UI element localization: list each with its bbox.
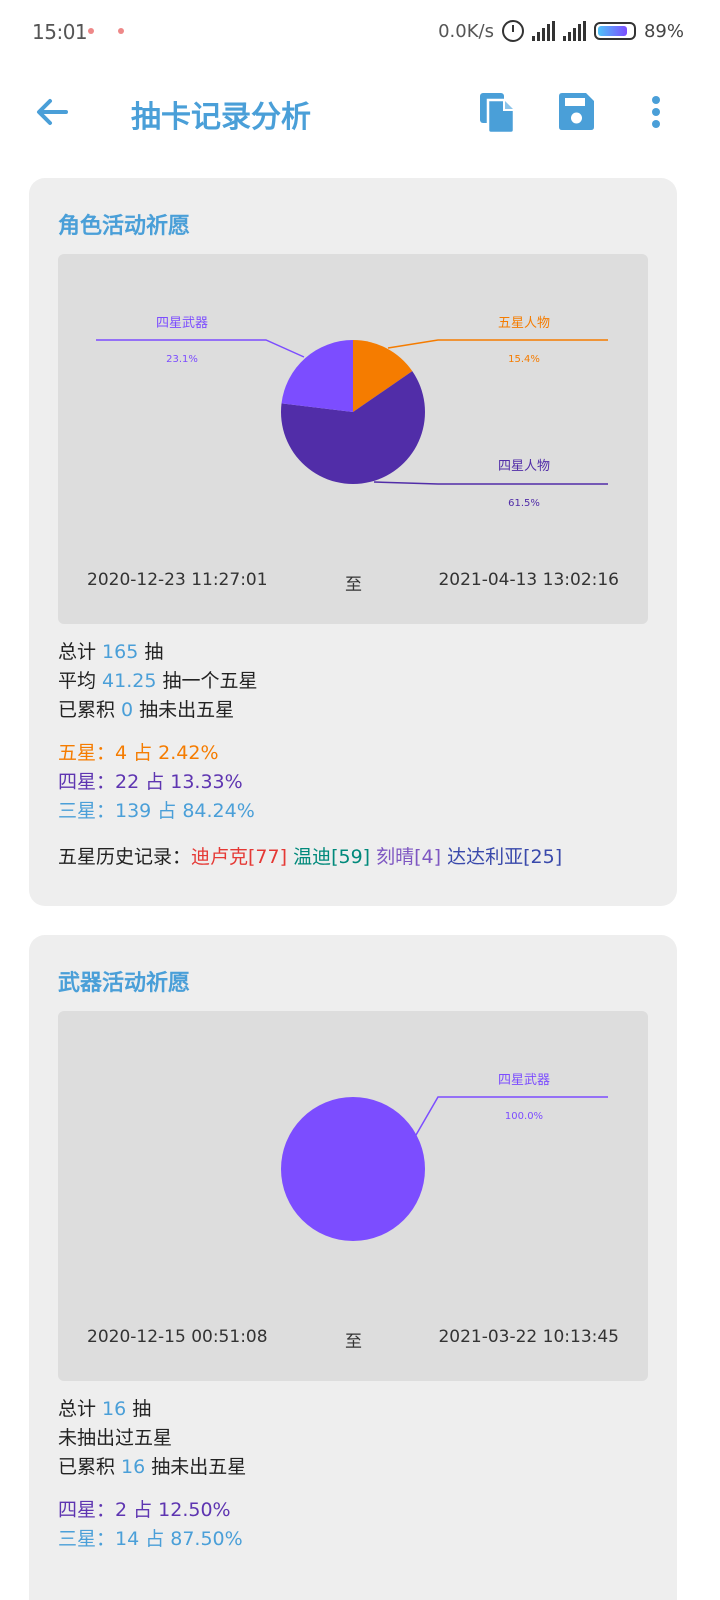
pie-slice: [281, 1097, 425, 1241]
leader-line: [387, 339, 608, 349]
signal-icon: [531, 21, 555, 41]
pity-count: 已累积 16 抽未出五星: [58, 1453, 246, 1482]
stat-label: 已累积: [58, 699, 122, 721]
stat-label: 抽未出五星: [145, 1456, 247, 1478]
five-star-history: 五星历史记录：迪卢克[77] 温迪[59] 刻晴[4] 达达利亚[25]: [58, 842, 562, 869]
history-label: 五星历史记录：: [58, 846, 192, 868]
network-speed: 0.0K/s: [438, 20, 494, 42]
copy-button[interactable]: [472, 88, 520, 136]
slice-label: 四星人物: [498, 459, 550, 474]
slice-label: 五星人物: [498, 316, 550, 331]
slice-value-label: 100.0%: [505, 1111, 543, 1122]
stat-label: 抽未出五星: [133, 699, 235, 721]
pie-slice: [281, 340, 353, 412]
stat-label: 抽: [138, 641, 164, 663]
battery-level: 89%: [643, 20, 684, 42]
stat-value: 0: [121, 699, 134, 721]
average-pulls: 平均 41.25 抽一个五星: [58, 667, 258, 696]
signal-icon: [562, 21, 586, 41]
slice-label: 四星武器: [156, 316, 208, 331]
date-separator: 至: [345, 1332, 362, 1352]
total-pulls: 总计 165 抽: [58, 638, 258, 667]
save-button[interactable]: [552, 88, 600, 136]
history-entry: 达达利亚[25]: [447, 846, 563, 868]
save-icon: [559, 93, 594, 130]
card-title: 武器活动祈愿: [58, 971, 191, 996]
notification-dot-icon: [88, 28, 94, 34]
five-star-line: 五星：4 占 2.42%: [58, 742, 219, 764]
leader-line: [373, 481, 608, 485]
three-star-line: 三星：14 占 87.50%: [58, 1528, 243, 1550]
date-separator: 至: [345, 575, 362, 595]
notification-dot-icon: [118, 28, 124, 34]
stat-value: 16: [102, 1398, 127, 1420]
date-range: 2020-12-15 00:51:08 至 2021-03-22 10:13:4…: [58, 1327, 648, 1352]
date-range: 2020-12-23 11:27:01 至 2021-04-13 13:02:1…: [58, 570, 648, 595]
stat-label: 总计: [58, 1398, 103, 1420]
weapon-pool-card: 武器活动祈愿 四星武器 100.0% 2020-12-15 00:51:08 至…: [29, 935, 677, 1600]
status-bar: 15:01 0.0K/s 89%: [0, 0, 720, 62]
four-star-line: 四星：2 占 12.50%: [58, 1499, 231, 1521]
rarity-breakdown: 五星：4 占 2.42% 四星：22 占 13.33% 三星：139 占 84.…: [58, 739, 255, 826]
weapon-pie-chart: 四星武器 100.0% 2020-12-15 00:51:08 至 2021-0…: [58, 1011, 648, 1381]
stat-label: 抽: [126, 1398, 152, 1420]
slice-label: 四星武器: [498, 1073, 550, 1088]
back-arrow-icon: [37, 99, 68, 125]
date-start: 2020-12-15 00:51:08: [87, 1327, 268, 1347]
date-end: 2021-04-13 13:02:16: [438, 570, 619, 590]
slice-value-label: 61.5%: [508, 498, 540, 509]
stat-value: 165: [102, 641, 139, 663]
total-pulls: 总计 16 抽: [58, 1395, 246, 1424]
slice-value-label: 15.4%: [508, 354, 540, 365]
stat-value: 16: [121, 1456, 146, 1478]
stat-label: 平均: [58, 670, 103, 692]
stat-label: 抽一个五星: [156, 670, 258, 692]
history-entry: 刻晴[4]: [376, 846, 442, 868]
date-end: 2021-03-22 10:13:45: [438, 1327, 619, 1347]
card-title: 角色活动祈愿: [58, 214, 191, 239]
app-bar: 抽卡记录分析: [0, 62, 720, 162]
status-time: 15:01: [32, 20, 88, 44]
rarity-breakdown: 四星：2 占 12.50% 三星：14 占 87.50%: [58, 1496, 243, 1554]
leader-line: [96, 339, 305, 358]
pull-stats: 总计 16 抽 未抽出过五星 已累积 16 抽未出五星: [58, 1395, 246, 1482]
copy-icon: [480, 93, 516, 135]
back-button[interactable]: [28, 88, 76, 136]
stat-label: 总计: [58, 641, 103, 663]
battery-icon: [593, 22, 636, 40]
pull-stats: 总计 165 抽 平均 41.25 抽一个五星 已累积 0 抽未出五星: [58, 638, 258, 725]
more-options-button[interactable]: [636, 88, 676, 136]
character-pie-chart: 五星人物 15.4% 四星人物 61.5% 四星武器 23.1% 2020-12…: [58, 254, 648, 624]
no-five-star: 未抽出过五星: [58, 1427, 173, 1449]
three-star-line: 三星：139 占 84.24%: [58, 800, 255, 822]
more-vert-icon: [652, 96, 660, 128]
four-star-line: 四星：22 占 13.33%: [58, 771, 243, 793]
slice-value-label: 23.1%: [166, 354, 198, 365]
history-entry: 迪卢克[77]: [191, 846, 288, 868]
page-title: 抽卡记录分析: [131, 100, 311, 135]
character-pool-card: 角色活动祈愿 五星人物 15.4% 四星人物 61.5% 四星武器 23.1% …: [29, 178, 677, 906]
date-start: 2020-12-23 11:27:01: [87, 570, 268, 590]
alarm-icon: [501, 20, 524, 42]
history-entry: 温迪[59]: [293, 846, 371, 868]
pity-count: 已累积 0 抽未出五星: [58, 696, 258, 725]
stat-value: 41.25: [102, 670, 157, 692]
stat-label: 已累积: [58, 1456, 122, 1478]
